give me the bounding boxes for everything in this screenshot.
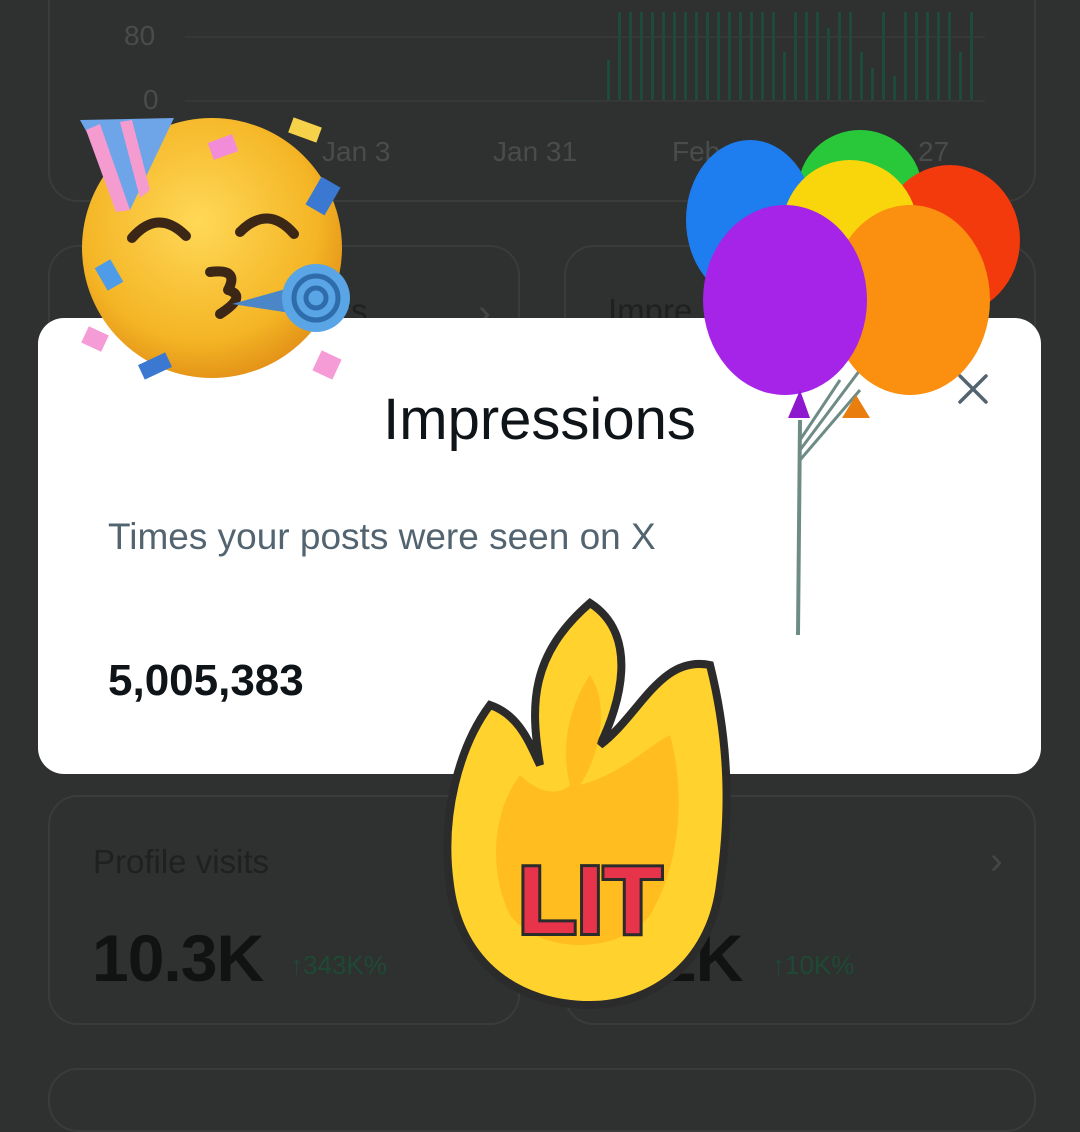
- chart-bar: [706, 12, 709, 100]
- chart-bar: [882, 12, 885, 100]
- chart-bar: [585, 100, 588, 101]
- chart-bar: [926, 12, 929, 100]
- profile-visits-title: Profile visits: [93, 843, 270, 880]
- chart-bar: [618, 12, 621, 100]
- chart-bar: [970, 12, 973, 100]
- chart-bar: [915, 12, 918, 100]
- chart-bar: [838, 12, 841, 100]
- chart-bar: [893, 76, 896, 100]
- second-stat-delta-value: 10K%: [785, 950, 855, 980]
- profile-visits-delta: ↑343K%: [290, 950, 387, 981]
- chart-bar: [684, 12, 687, 100]
- chart-bar: [761, 12, 764, 100]
- chart-bar: [574, 100, 577, 101]
- chart-bar: [948, 12, 951, 100]
- chart-bar: [816, 12, 819, 100]
- chart-bar: [739, 12, 742, 100]
- balloons-sticker: [686, 130, 1020, 636]
- chart-bar: [596, 100, 599, 101]
- lit-flame-sticker: LIT: [443, 598, 731, 1010]
- chart-bar: [794, 12, 797, 100]
- chart-bar: [717, 12, 720, 100]
- modal-description: Times your posts were seen on X: [108, 516, 656, 557]
- chart-bar: [750, 12, 753, 100]
- chart-bar: [728, 12, 731, 100]
- lit-text: LIT: [518, 847, 662, 954]
- chart-bar: [629, 12, 632, 100]
- modal-impressions-value: 5,005,383: [108, 656, 304, 705]
- chart-bar: [849, 12, 852, 100]
- chart-bar: [904, 12, 907, 100]
- x-tick-jan31: Jan 31: [493, 136, 578, 167]
- chart-bar: [662, 12, 665, 100]
- chevron-right-icon: ›: [990, 840, 1003, 882]
- chart-bar: [563, 100, 566, 101]
- chart-bar: [959, 52, 962, 100]
- chart-bar: [673, 12, 676, 100]
- arrow-up-icon: ↑: [772, 950, 785, 980]
- chart-bar: [805, 12, 808, 100]
- partying-face-emoji: [80, 117, 350, 380]
- profile-visits-delta-value: 343K%: [303, 950, 387, 980]
- chart-bar: [860, 52, 863, 100]
- chart-bar: [772, 12, 775, 100]
- chart-bar: [695, 12, 698, 100]
- chart-bar: [651, 12, 654, 100]
- chart-bar: [871, 68, 874, 100]
- chart-bar: [640, 12, 643, 100]
- chart-bar: [783, 52, 786, 100]
- chart-bar: [937, 12, 940, 100]
- second-stat-delta: ↑10K%: [772, 950, 854, 981]
- profile-visits-value: 10.3K: [92, 921, 264, 995]
- chart-bar: [827, 28, 830, 100]
- arrow-up-icon: ↑: [290, 950, 303, 980]
- chart-bar: [607, 60, 610, 100]
- bottom-card: [48, 1068, 1036, 1132]
